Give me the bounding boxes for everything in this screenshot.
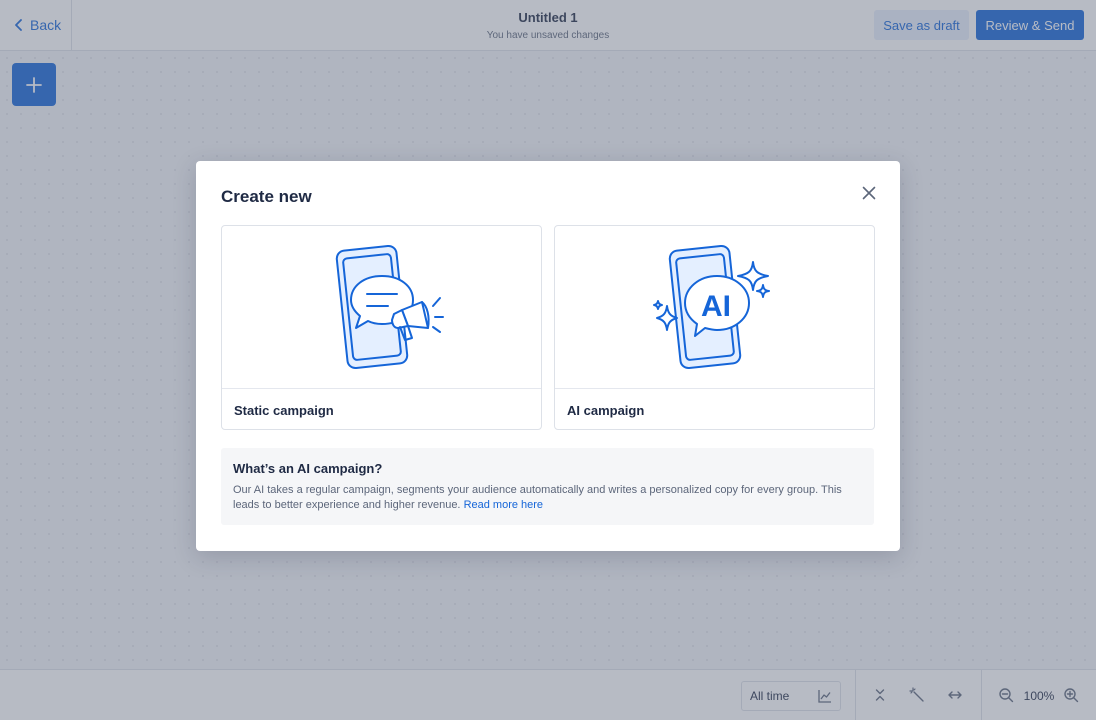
phone-megaphone-icon [335, 244, 444, 370]
info-title: What’s an AI campaign? [233, 461, 383, 476]
info-body: Our AI takes a regular campaign, segment… [233, 483, 862, 513]
phone-ai-icon: AI [653, 244, 770, 370]
card-label: Static campaign [234, 403, 334, 418]
close-button[interactable] [860, 184, 878, 202]
read-more-link[interactable]: Read more here [464, 499, 544, 511]
close-icon [862, 186, 876, 200]
card-illustration: AI [555, 226, 874, 389]
ai-campaign-card[interactable]: AI AI campaign [554, 225, 875, 430]
create-new-dialog: Create new Static campaign AI AI campaig… [196, 161, 900, 551]
ai-badge-text: AI [701, 290, 731, 323]
card-illustration [222, 226, 541, 389]
card-label: AI campaign [567, 403, 645, 418]
ai-campaign-info: What’s an AI campaign? Our AI takes a re… [221, 448, 874, 525]
static-campaign-card[interactable]: Static campaign [221, 225, 542, 430]
dialog-title: Create new [221, 187, 312, 206]
